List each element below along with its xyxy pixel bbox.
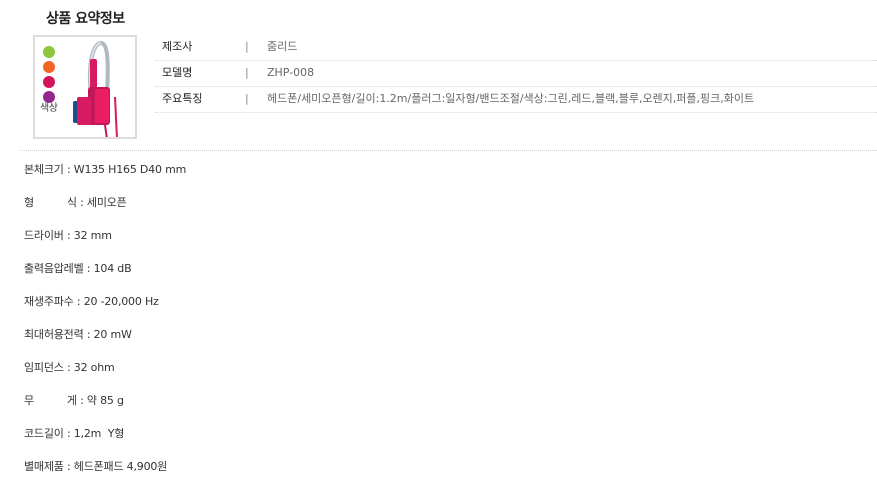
spec-item-type: 형 식 : 세미오픈 [24,196,127,209]
spec-item-max-power: 최대허용전력 : 20 mW [24,328,132,341]
spec-item-weight: 무 게 : 약 85 g [24,394,124,407]
summary-label: 제조사 [162,40,193,53]
spec-item-size: 본체크기 : W135 H165 D40 mm [24,163,187,176]
summary-value: ZHP-008 [267,66,315,79]
summary-label: 모델명 [162,66,193,79]
summary-row-model: 모델명 | ZHP-008 [155,61,877,87]
spec-item-cord-length: 코드길이 : 1,2m Y형 [24,427,125,440]
summary-separator: | [245,66,249,79]
spec-list: 본체크기 : W135 H165 D40 mm 형 식 : 세미오픈 드라이버 … [24,162,186,485]
summary-row-features: 주요특징 | 헤드폰/세미오픈형/길이:1.2m/플러그:일자형/밴드조절/색상… [155,87,877,113]
summary-separator: | [245,92,249,105]
summary-table: 제조사 | 줌리드 모델명 | ZHP-008 주요특징 | 헤드폰/세미오픈형… [155,35,877,113]
spec-item-driver: 드라이버 : 32 mm [24,229,112,242]
spec-item-accessory: 별매제품 : 헤드폰패드 4,900원 [24,460,168,473]
summary-label: 주요특징 [162,92,203,105]
summary-value: 줌리드 [267,40,298,53]
spec-item-frequency: 재생주파수 : 20 -20,000 Hz [24,295,159,308]
section-divider [20,150,877,151]
section-title: 상품 요약정보 [46,11,125,27]
spec-item-spl: 출력음압레벨 : 104 dB [24,262,132,275]
product-summary-page: 상품 요약정보 색상 제조사 | 줌리드 모델명 | ZHP-008 주요특징 … [0,0,877,485]
summary-separator: | [245,40,249,53]
product-thumbnail[interactable]: 색상 [33,35,137,139]
summary-row-manufacturer: 제조사 | 줌리드 [155,35,877,61]
headphone-image [73,40,118,137]
spec-item-impedance: 임피던스 : 32 ohm [24,361,115,374]
summary-value: 헤드폰/세미오픈형/길이:1.2m/플러그:일자형/밴드조절/색상:그린,레드,… [267,92,755,105]
